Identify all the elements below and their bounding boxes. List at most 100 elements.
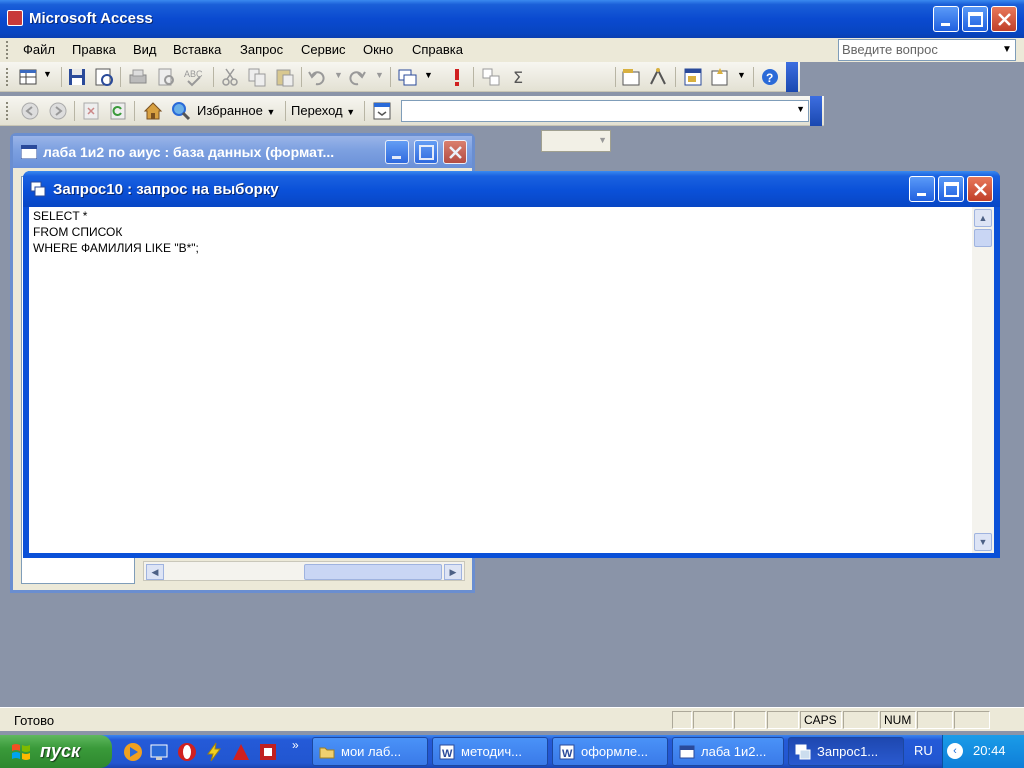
refresh-icon[interactable]: [107, 100, 129, 122]
db-minimize-button[interactable]: [385, 140, 409, 164]
menu-edit[interactable]: Правка: [72, 42, 116, 57]
task-button[interactable]: W методич...: [432, 737, 548, 766]
app-icon[interactable]: [257, 741, 279, 763]
tray-expand-icon[interactable]: ‹: [947, 743, 963, 759]
database-window-icon[interactable]: [682, 66, 704, 88]
menu-query[interactable]: Запрос: [240, 42, 283, 57]
paste-icon[interactable]: [274, 66, 296, 88]
menu-window[interactable]: Окно: [363, 42, 393, 57]
address-input[interactable]: ▼: [401, 100, 809, 122]
forward-icon[interactable]: [47, 100, 69, 122]
show-table-icon[interactable]: [480, 66, 502, 88]
acrobat-icon[interactable]: [230, 741, 252, 763]
run-icon[interactable]: [446, 66, 468, 88]
top-values-combo[interactable]: ▼: [541, 130, 611, 152]
search-web-icon[interactable]: [170, 100, 192, 122]
save-icon[interactable]: [66, 66, 88, 88]
scroll-right-icon[interactable]: ▶: [444, 564, 462, 580]
query-design-toolbar: ▼ ABC ▼ ▼ ▼ Σ ▼ ▼ ?: [0, 62, 800, 152]
task-button[interactable]: W оформле...: [552, 737, 668, 766]
task-button[interactable]: мои лаб...: [312, 737, 428, 766]
new-object-icon[interactable]: [709, 66, 731, 88]
help-icon[interactable]: ?: [759, 66, 781, 88]
properties-sheet-icon[interactable]: [620, 66, 642, 88]
scroll-left-icon[interactable]: ◀: [146, 564, 164, 580]
scroll-down-icon[interactable]: ▼: [974, 533, 992, 551]
favorites-menu[interactable]: Избранное ▼: [197, 103, 275, 118]
redo-dropdown-arrow[interactable]: ▼: [375, 70, 384, 80]
clock[interactable]: 20:44: [973, 743, 1006, 758]
query-type-dropdown-arrow[interactable]: ▼: [424, 70, 433, 80]
database-horizontal-scrollbar[interactable]: ◀ ▶: [143, 561, 465, 581]
stop-icon[interactable]: [80, 100, 102, 122]
chevron-down-icon[interactable]: ▼: [999, 40, 1015, 60]
spelling-icon[interactable]: ABC: [182, 66, 204, 88]
go-menu[interactable]: Переход ▼: [291, 103, 355, 118]
view-dropdown-arrow[interactable]: ▼: [43, 69, 52, 79]
query-icon: [30, 181, 46, 197]
undo-icon[interactable]: [306, 66, 328, 88]
menu-insert[interactable]: Вставка: [173, 42, 221, 57]
view-icon[interactable]: [17, 66, 39, 88]
show-only-web-toolbar-icon[interactable]: [371, 100, 393, 122]
access-app-icon[interactable]: [7, 10, 23, 26]
separator: [301, 67, 302, 87]
query-maximize-button[interactable]: [938, 176, 964, 202]
status-bar: Готово CAPS NUM: [0, 707, 1024, 731]
start-label: пуск: [40, 741, 81, 761]
sql-editor[interactable]: SELECT * FROM СПИСОК WHERE ФАМИЛИЯ LIKE …: [29, 207, 972, 553]
redo-icon[interactable]: [346, 66, 368, 88]
start-button[interactable]: пуск: [0, 735, 112, 768]
minimize-button[interactable]: [933, 6, 959, 32]
menu-file[interactable]: Файл: [23, 42, 55, 57]
properties-icon[interactable]: [93, 66, 115, 88]
menu-help[interactable]: Справка: [412, 42, 463, 57]
sql-line: FROM СПИСОК: [33, 225, 123, 239]
scroll-up-icon[interactable]: ▲: [974, 209, 992, 227]
db-close-button[interactable]: [443, 140, 467, 164]
chevron-down-icon[interactable]: ▼: [796, 104, 805, 114]
menu-view[interactable]: Вид: [133, 42, 157, 57]
toolbar-options-button[interactable]: [810, 96, 822, 126]
undo-dropdown-arrow[interactable]: ▼: [334, 70, 343, 80]
menu-grip[interactable]: [6, 41, 10, 59]
lightning-app-icon[interactable]: [203, 741, 225, 763]
task-button-active[interactable]: Запрос1...: [788, 737, 904, 766]
copy-icon[interactable]: [246, 66, 268, 88]
opera-icon[interactable]: [176, 741, 198, 763]
back-icon[interactable]: [19, 100, 41, 122]
query-minimize-button[interactable]: [909, 176, 935, 202]
new-object-dropdown-arrow[interactable]: ▼: [737, 70, 746, 80]
maximize-button[interactable]: [962, 6, 988, 32]
task-label: методич...: [461, 744, 522, 759]
close-icon: [998, 13, 1011, 26]
toolbar-grip[interactable]: [6, 102, 10, 120]
access-query-icon: [795, 744, 811, 760]
scroll-thumb[interactable]: [974, 229, 992, 247]
quick-launch-more-icon[interactable]: »: [292, 738, 299, 752]
print-preview-icon[interactable]: [155, 66, 177, 88]
close-button[interactable]: [991, 6, 1017, 32]
builder-icon[interactable]: [647, 66, 669, 88]
query-close-button[interactable]: [967, 176, 993, 202]
media-player-icon[interactable]: [122, 741, 144, 763]
favorites-label: Избранное: [197, 103, 263, 118]
language-indicator[interactable]: RU: [914, 743, 933, 758]
toolbar-grip[interactable]: [6, 68, 10, 86]
menu-tools[interactable]: Сервис: [301, 42, 346, 57]
toolbar-options-button[interactable]: [786, 62, 798, 92]
scroll-thumb[interactable]: [304, 564, 442, 580]
totals-icon[interactable]: Σ: [508, 66, 530, 88]
desktop-icon[interactable]: [148, 741, 170, 763]
cut-icon[interactable]: [219, 66, 241, 88]
query-window-titlebar: Запрос10 : запрос на выборку: [23, 171, 1000, 207]
print-icon[interactable]: [127, 66, 149, 88]
db-maximize-button[interactable]: [414, 140, 438, 164]
ask-question-box[interactable]: Введите вопрос ▼: [838, 39, 1016, 61]
database-window-title: лаба 1и2 по аиус : база данных (формат..…: [43, 144, 335, 160]
sql-line: WHERE ФАМИЛИЯ LIKE "В*";: [33, 241, 199, 255]
query-type-icon[interactable]: [396, 66, 418, 88]
task-button[interactable]: лаба 1и2...: [672, 737, 784, 766]
home-icon[interactable]: [142, 100, 164, 122]
sql-vertical-scrollbar[interactable]: ▲ ▼: [972, 207, 994, 553]
